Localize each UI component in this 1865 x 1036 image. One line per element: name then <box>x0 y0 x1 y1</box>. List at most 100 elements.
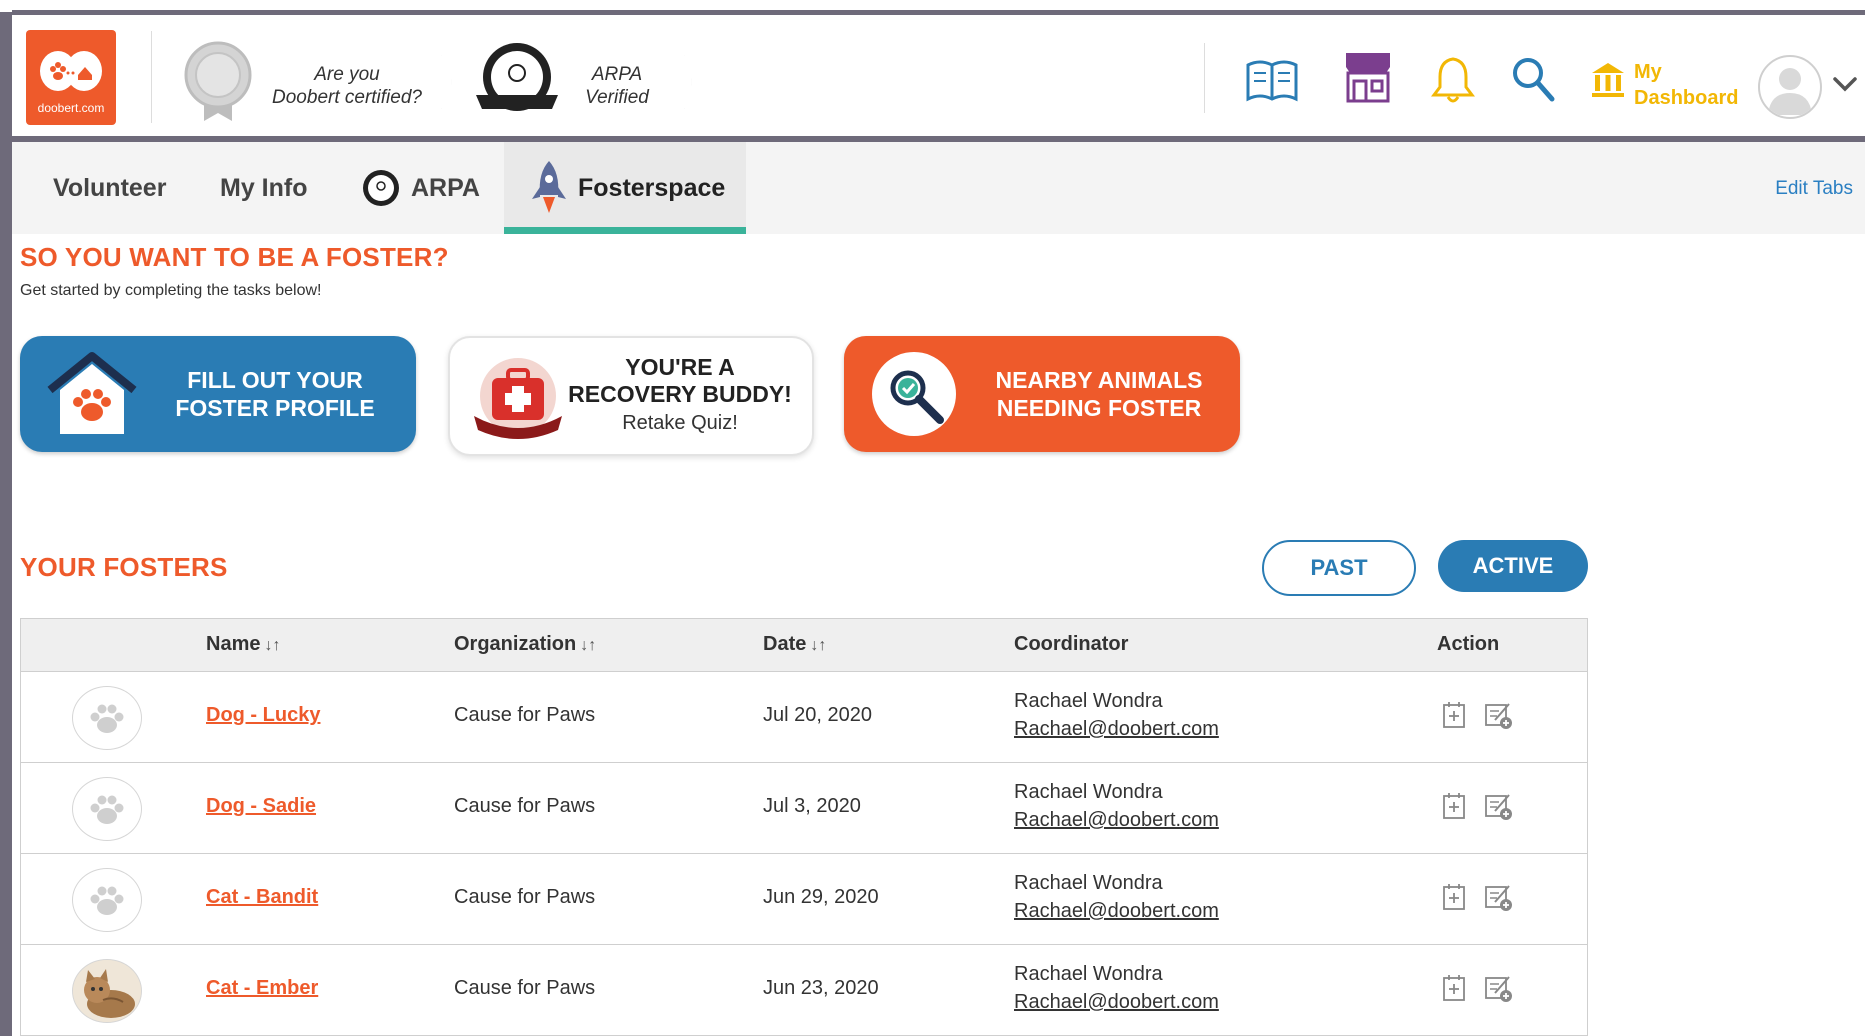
add-note-icon[interactable] <box>1483 700 1513 730</box>
coordinator-email-link[interactable]: Rachael@doobert.com <box>1014 991 1219 1014</box>
column-label: Name <box>206 633 261 655</box>
foster-profile-label: FILL OUT YOUR FOSTER PROFILE <box>150 366 400 422</box>
my-dashboard-link[interactable]: My Dashboard <box>1634 59 1738 111</box>
organization-cell: Cause for Paws <box>454 977 596 999</box>
column-label: Date <box>763 633 807 655</box>
column-name[interactable]: Name ↓↑ <box>206 633 280 656</box>
page-title: SO YOU WANT TO BE A FOSTER? <box>20 242 449 272</box>
animal-photo[interactable] <box>72 686 142 750</box>
search-icon[interactable] <box>1510 55 1556 105</box>
column-action: Action <box>1437 633 1500 655</box>
chevron-down-icon[interactable] <box>1832 75 1858 93</box>
animal-photo[interactable] <box>72 868 142 932</box>
badge-ribbon: Are you Doobert certified? <box>242 55 452 109</box>
arpa-tab-icon <box>363 170 399 206</box>
badge-line: Verified <box>585 87 649 108</box>
animal-name-link[interactable]: Dog - Sadie <box>206 795 316 818</box>
doobert-certified-badge[interactable]: Are you Doobert certified? <box>182 39 472 121</box>
column-coordinator: Coordinator <box>1014 633 1129 655</box>
table-row: Cat - Ember Cause for Paws Jun 23, 2020 … <box>21 945 1587 1036</box>
recovery-buddy-title: YOU'RE A RECOVERY BUDDY! <box>562 354 798 408</box>
dashboard-icon[interactable] <box>1590 61 1626 99</box>
store-icon[interactable] <box>1340 49 1396 105</box>
add-calendar-icon[interactable] <box>1439 791 1469 821</box>
badge-ribbon: ARPA Verified <box>542 55 692 109</box>
rocket-icon <box>532 161 566 213</box>
cat-photo-icon <box>73 960 141 1022</box>
date-cell: Jun 29, 2020 <box>763 886 879 908</box>
add-calendar-icon[interactable] <box>1439 882 1469 912</box>
active-button[interactable]: ACTIVE <box>1438 540 1588 592</box>
animal-name-link[interactable]: Cat - Ember <box>206 977 318 1000</box>
add-calendar-icon[interactable] <box>1439 973 1469 1003</box>
tab-bar: Volunteer My Info ARPA Fosterspace Edit … <box>12 142 1865 234</box>
house-paw-icon <box>47 352 137 434</box>
arpa-verified-badge[interactable]: ARPA Verified <box>472 39 702 121</box>
recovery-buddy-card[interactable]: YOU'RE A RECOVERY BUDDY! Retake Quiz! <box>448 336 814 456</box>
paw-placeholder-icon <box>90 795 124 824</box>
coordinator-name: Rachael Wondra <box>1014 963 1163 985</box>
badge-line: Doobert certified? <box>272 87 422 108</box>
tab-label: My Info <box>220 173 308 202</box>
table-header: Name ↓↑ Organization ↓↑ Date ↓↑ Coordinator… <box>21 619 1587 672</box>
animal-name-link[interactable]: Dog - Lucky <box>206 704 320 727</box>
page-subtitle: Get started by completing the tasks belo… <box>20 282 322 299</box>
tab-volunteer[interactable]: Volunteer <box>53 142 166 234</box>
arpa-seal-icon <box>476 43 558 111</box>
date-cell: Jul 20, 2020 <box>763 704 872 726</box>
fosters-table: Name ↓↑ Organization ↓↑ Date ↓↑ Coordinator… <box>20 618 1588 1036</box>
badge-text: Are you Doobert certified? <box>242 63 452 109</box>
badge-line: Are you <box>314 64 380 85</box>
edit-tabs-link[interactable]: Edit Tabs <box>1775 178 1853 200</box>
add-note-icon[interactable] <box>1483 882 1513 912</box>
card-line: RECOVERY BUDDY! <box>568 381 792 407</box>
date-cell: Jun 23, 2020 <box>763 977 879 999</box>
date-cell: Jul 3, 2020 <box>763 795 861 817</box>
badge-line: ARPA <box>591 64 643 85</box>
table-row: Dog - Sadie Cause for Paws Jul 3, 2020 R… <box>21 763 1587 854</box>
bell-icon[interactable] <box>1428 55 1478 105</box>
add-note-icon[interactable] <box>1483 791 1513 821</box>
tab-arpa[interactable]: ARPA <box>361 142 480 234</box>
doobert-logo[interactable]: doobert.com <box>26 30 116 125</box>
coordinator-name: Rachael Wondra <box>1014 781 1163 803</box>
coordinator-email-link[interactable]: Rachael@doobert.com <box>1014 809 1219 832</box>
sort-icon[interactable]: ↓↑ <box>580 637 596 654</box>
coordinator-name: Rachael Wondra <box>1014 690 1163 712</box>
certified-seal-icon <box>184 41 252 121</box>
tab-my-info[interactable]: My Info <box>220 142 308 234</box>
organization-cell: Cause for Paws <box>454 795 596 817</box>
user-avatar[interactable] <box>1758 55 1822 119</box>
nearby-animals-card[interactable]: NEARBY ANIMALS NEEDING FOSTER <box>844 336 1240 452</box>
card-line: FOSTER PROFILE <box>175 395 375 421</box>
header-divider <box>151 31 152 123</box>
tab-label: Volunteer <box>53 173 167 202</box>
nearby-animals-label: NEARBY ANIMALS NEEDING FOSTER <box>974 366 1224 422</box>
column-date[interactable]: Date ↓↑ <box>763 633 826 656</box>
tab-fosterspace[interactable]: Fosterspace <box>504 142 746 234</box>
animal-photo[interactable] <box>72 777 142 841</box>
retake-quiz-link[interactable]: Retake Quiz! <box>562 412 798 435</box>
coordinator-email-link[interactable]: Rachael@doobert.com <box>1014 718 1219 741</box>
table-row: Dog - Lucky Cause for Paws Jul 20, 2020 … <box>21 672 1587 763</box>
card-line: NEEDING FOSTER <box>996 395 1202 421</box>
coordinator-email-link[interactable]: Rachael@doobert.com <box>1014 900 1219 923</box>
badge-text: ARPA Verified <box>542 63 692 109</box>
organization-cell: Cause for Paws <box>454 886 596 908</box>
add-note-icon[interactable] <box>1483 973 1513 1003</box>
sort-icon[interactable]: ↓↑ <box>810 637 826 654</box>
animal-photo[interactable] <box>72 959 142 1023</box>
magnifier-check-icon <box>872 352 956 436</box>
column-organization[interactable]: Organization ↓↑ <box>454 633 596 656</box>
dashboard-line: My <box>1634 61 1662 83</box>
paw-placeholder-icon <box>90 704 124 733</box>
top-header: doobert.com Are you Doobert certified? A… <box>12 15 1865 133</box>
add-calendar-icon[interactable] <box>1439 700 1469 730</box>
book-icon[interactable] <box>1244 55 1300 105</box>
foster-profile-card[interactable]: FILL OUT YOUR FOSTER PROFILE <box>20 336 416 452</box>
coordinator-name: Rachael Wondra <box>1014 872 1163 894</box>
window-frame-left <box>0 12 12 1036</box>
animal-name-link[interactable]: Cat - Bandit <box>206 886 318 909</box>
sort-icon[interactable]: ↓↑ <box>264 637 280 654</box>
past-button[interactable]: PAST <box>1262 540 1416 596</box>
